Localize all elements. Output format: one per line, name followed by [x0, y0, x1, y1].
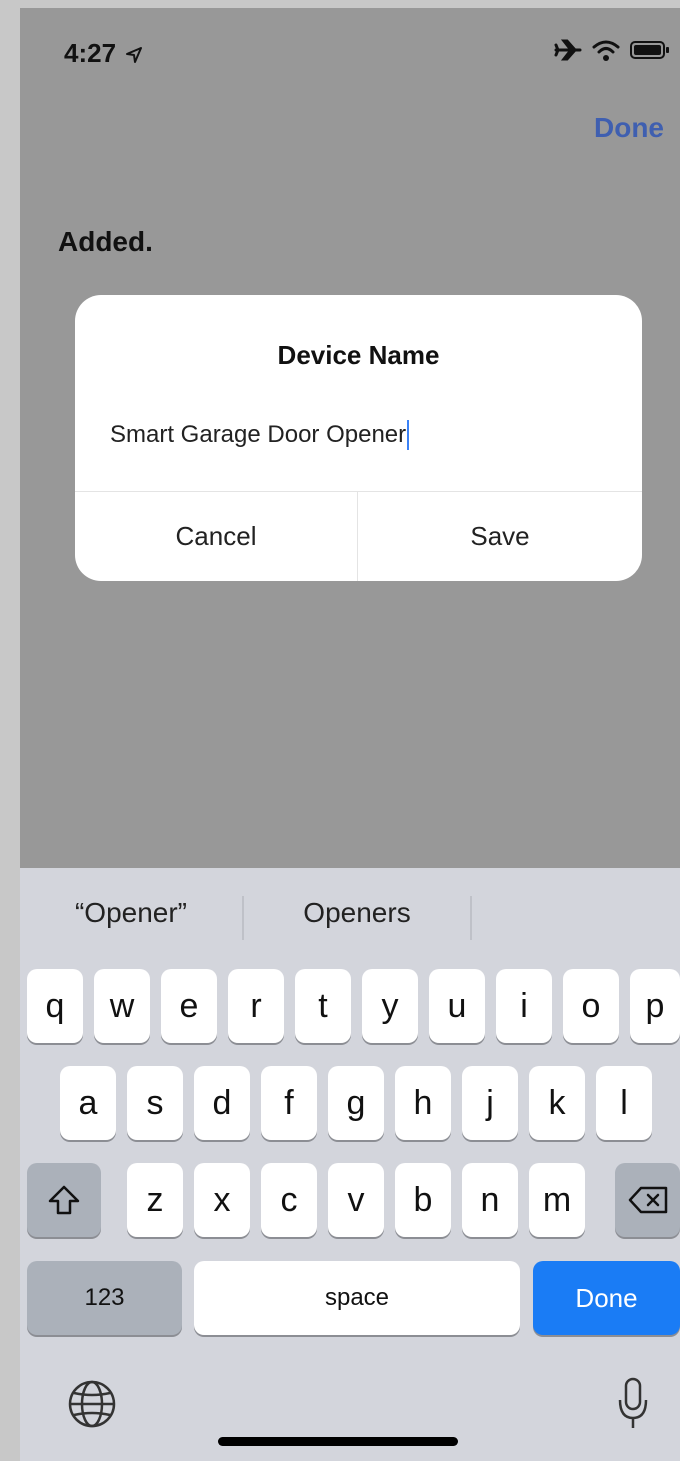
microphone-icon	[618, 1377, 648, 1428]
key-e[interactable]: e	[161, 969, 217, 1043]
key-p[interactable]: p	[630, 969, 680, 1043]
keyboard-done-key[interactable]: Done	[533, 1261, 680, 1335]
key-j[interactable]: j	[462, 1066, 518, 1140]
backspace-key[interactable]	[615, 1163, 680, 1237]
key-w[interactable]: w	[94, 969, 150, 1043]
suggestion-item-2[interactable]: Openers	[244, 868, 470, 958]
key-o[interactable]: o	[563, 969, 619, 1043]
globe-key[interactable]	[66, 1378, 118, 1430]
keyboard: “Opener” Openers q w e r t y u i o p a s…	[20, 868, 680, 1461]
airplane-icon	[554, 39, 582, 61]
key-b[interactable]: b	[395, 1163, 451, 1237]
globe-icon	[68, 1380, 116, 1428]
text-caret	[407, 420, 410, 450]
key-c[interactable]: c	[261, 1163, 317, 1237]
key-r[interactable]: r	[228, 969, 284, 1043]
shift-icon	[48, 1185, 80, 1215]
key-h[interactable]: h	[395, 1066, 451, 1140]
screen: 4:27 Done Added. Device Name Smart Garag…	[20, 8, 680, 1461]
status-time: 4:27	[64, 38, 143, 69]
numbers-key[interactable]: 123	[27, 1261, 182, 1335]
added-heading: Added.	[58, 226, 153, 257]
microphone-key[interactable]	[616, 1376, 650, 1432]
key-u[interactable]: u	[429, 969, 485, 1043]
battery-icon	[630, 41, 669, 59]
key-y[interactable]: y	[362, 969, 418, 1043]
cancel-button[interactable]: Cancel	[75, 492, 357, 581]
wifi-icon	[592, 40, 620, 61]
device-name-value: Smart Garage Door Opener	[110, 421, 407, 448]
key-f[interactable]: f	[261, 1066, 317, 1140]
save-button[interactable]: Save	[358, 492, 642, 581]
key-a[interactable]: a	[60, 1066, 116, 1140]
dialog-title: Device Name	[277, 340, 440, 370]
suggestion-item-1[interactable]: “Opener”	[20, 868, 242, 958]
suggestion-separator	[470, 896, 472, 940]
key-g[interactable]: g	[328, 1066, 384, 1140]
key-z[interactable]: z	[127, 1163, 183, 1237]
key-k[interactable]: k	[529, 1066, 585, 1140]
key-n[interactable]: n	[462, 1163, 518, 1237]
key-q[interactable]: q	[27, 969, 83, 1043]
device-name-input[interactable]: Smart Garage Door Opener	[110, 415, 600, 455]
space-key[interactable]: space	[194, 1261, 520, 1335]
shift-key[interactable]	[27, 1163, 101, 1237]
status-time-label: 4:27	[64, 38, 117, 68]
backspace-icon	[628, 1186, 667, 1214]
key-s[interactable]: s	[127, 1066, 183, 1140]
suggestion-bar: “Opener” Openers	[20, 868, 680, 958]
nav-done-button[interactable]: Done	[594, 112, 664, 144]
home-indicator[interactable]	[218, 1437, 458, 1446]
status-icons	[554, 38, 670, 62]
key-v[interactable]: v	[328, 1163, 384, 1237]
key-d[interactable]: d	[194, 1066, 250, 1140]
key-l[interactable]: l	[596, 1066, 652, 1140]
location-arrow-icon	[126, 47, 143, 64]
key-x[interactable]: x	[194, 1163, 250, 1237]
key-i[interactable]: i	[496, 969, 552, 1043]
key-m[interactable]: m	[529, 1163, 585, 1237]
device-name-dialog: Device Name Smart Garage Door Opener Can…	[75, 295, 642, 581]
key-t[interactable]: t	[295, 969, 351, 1043]
